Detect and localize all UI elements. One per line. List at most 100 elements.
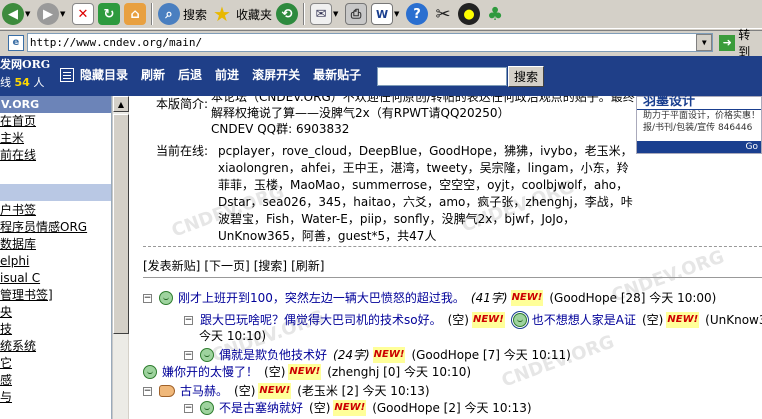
- home-icon: ⌂: [124, 3, 146, 25]
- tools-button[interactable]: ✂: [430, 2, 456, 26]
- sidebar-item[interactable]: 统系统: [0, 338, 111, 355]
- thread-title[interactable]: 刚才上班开到100，突然左边一辆大巴愤怒的超过我。: [178, 290, 465, 306]
- nav-forward[interactable]: 前进: [215, 66, 239, 83]
- nav-latest-posts[interactable]: 最新贴子: [313, 66, 361, 83]
- sidebar-item[interactable]: 与: [0, 389, 111, 406]
- brand: 发网ORG 线 54 人: [0, 56, 58, 92]
- history-button[interactable]: ⟲: [274, 2, 300, 26]
- nav-refresh[interactable]: 刷新: [141, 66, 165, 83]
- back-button[interactable]: ◀ ▼: [0, 2, 35, 26]
- online-key: 当前在线:: [156, 144, 209, 158]
- sidebar-item[interactable]: 在首页: [0, 113, 111, 130]
- search-button[interactable]: ⌕ 搜索: [156, 2, 209, 26]
- thread-title[interactable]: 嫌你开的太慢了！: [162, 364, 258, 380]
- browser-toolbar: ◀ ▼ ▶ ▼ ✕ ↻ ⌂ ⌕ 搜索 ★ 收藏夹 ⟲ ✉ ▼ ⎙ W ▼ ? ✂: [0, 0, 762, 29]
- thread-author: (GoodHope [2] 今天 10:13): [372, 401, 532, 415]
- address-dropdown-button[interactable]: ▼: [696, 34, 713, 51]
- sidebar-section-band: [0, 183, 111, 202]
- online-count: 54: [14, 76, 30, 89]
- mail-button[interactable]: ✉ ▼: [308, 2, 343, 26]
- address-input[interactable]: http://www.cndev.org/main/ ▼: [26, 33, 714, 52]
- word-icon: W: [371, 3, 394, 25]
- thread-title[interactable]: 也不想想人家是A证: [532, 312, 636, 328]
- scroll-thumb[interactable]: [113, 114, 129, 334]
- intro-key: 本版简介:: [156, 97, 209, 111]
- chevron-down-icon: ▼: [394, 10, 400, 18]
- nav-hide-menu[interactable]: 隐藏目录: [80, 66, 128, 83]
- messenger-button[interactable]: ?: [404, 2, 430, 26]
- favorites-button[interactable]: ★ 收藏夹: [209, 2, 274, 26]
- print-button[interactable]: ⎙: [343, 2, 369, 26]
- stop-icon: ✕: [72, 3, 94, 25]
- online-suffix: 人: [33, 76, 45, 89]
- forward-button[interactable]: ▶ ▼: [35, 2, 70, 26]
- site-search-button[interactable]: 搜索: [508, 66, 544, 87]
- edit-button[interactable]: W ▼: [369, 2, 404, 26]
- nav-back[interactable]: 后退: [178, 66, 202, 83]
- sidebar-item[interactable]: 主米: [0, 130, 111, 147]
- sidebar-item[interactable]: 户书签: [0, 202, 111, 219]
- sidebar-item[interactable]: 前在线: [0, 147, 111, 164]
- site-nav: 隐藏目录 刷新 后退 前进 滚屏开关 最新贴子: [60, 66, 374, 83]
- thread-row: − 不是古塞纳就好 (空) NEW! (GoodHope [2] 今天 10:1…: [184, 400, 532, 416]
- thread-author: (GoodHope [28] 今天 10:00): [549, 291, 717, 305]
- post-new-link[interactable]: [发表新贴]: [143, 257, 200, 274]
- penguin-icon: ●: [458, 3, 481, 25]
- online-count-line: 线 54 人: [0, 74, 58, 92]
- home-button[interactable]: ⌂: [122, 2, 148, 26]
- sidebar: V.ORG 在首页 主米 前在线 户书签 程序员情感ORG 数据库 elphi …: [0, 96, 112, 419]
- new-badge: NEW!: [258, 383, 292, 399]
- stop-button[interactable]: ✕: [70, 2, 96, 26]
- menu-icon[interactable]: [60, 67, 74, 82]
- site-search-input[interactable]: [377, 67, 507, 86]
- search-link[interactable]: [搜索]: [254, 257, 287, 274]
- collapse-toggle[interactable]: −: [184, 315, 193, 325]
- brand-title: 发网ORG: [0, 58, 51, 71]
- divider: [143, 277, 762, 278]
- collapse-toggle[interactable]: −: [143, 293, 152, 303]
- thread-title[interactable]: 古马赫。: [180, 383, 228, 399]
- sidebar-item[interactable]: 程序员情感ORG: [0, 219, 111, 236]
- thread-size: (41字): [470, 291, 508, 305]
- collapse-toggle[interactable]: −: [184, 403, 193, 413]
- refresh-button[interactable]: ↻: [96, 2, 122, 26]
- ad-banner[interactable]: 羽墨设计 助力于平面设计，价格实惠！ 报/书刊/包装/宣传 846446 Go: [636, 96, 762, 154]
- sidebar-item[interactable]: elphi: [0, 253, 111, 270]
- online-user-list[interactable]: pcplayer，rove_cloud，DeepBlue，GoodHope，狒狒…: [218, 143, 636, 245]
- sidebar-header: V.ORG: [0, 96, 111, 113]
- thread-size: (空): [234, 384, 256, 398]
- go-button[interactable]: ➜ 转到: [719, 26, 762, 60]
- refresh-icon: ↻: [98, 3, 120, 25]
- sidebar-scrollbar[interactable]: ▲: [112, 96, 129, 419]
- ad-go[interactable]: Go: [637, 141, 761, 153]
- qq-button[interactable]: ●: [456, 2, 482, 26]
- collapse-toggle[interactable]: −: [143, 386, 152, 396]
- thread-row: 嫌你开的太慢了！ (空) NEW! (zhenghj [0] 今天 10:10): [143, 364, 471, 380]
- sidebar-item[interactable]: 央: [0, 304, 111, 321]
- ad-line: 助力于平面设计，价格实惠！: [643, 111, 761, 121]
- next-page-link[interactable]: [下一页]: [204, 257, 249, 274]
- thread-author: (老玉米 [2] 今天 10:13): [297, 384, 430, 398]
- thread-size: (空): [309, 401, 331, 415]
- thread-size: (空): [642, 313, 664, 327]
- forward-arrow-icon: ▶: [37, 3, 59, 25]
- sidebar-item[interactable]: isual C: [0, 270, 111, 287]
- thread-title[interactable]: 偶就是欺负他技术好: [219, 347, 327, 363]
- forum-intro: 本版简介: 本论坛（CNDEV.ORG）不欢迎任何原创/转帖的表达任何政治观点的…: [156, 96, 636, 137]
- sidebar-item[interactable]: 感: [0, 372, 111, 389]
- smiley-icon: [200, 348, 214, 362]
- msn-button[interactable]: ♣: [482, 2, 508, 26]
- thread-title[interactable]: 不是古塞纳就好: [219, 400, 303, 416]
- messenger-icon: ?: [406, 3, 429, 25]
- thread-title[interactable]: 跟大巴玩啥呢？偶觉得大巴司机的技术so好。: [200, 312, 442, 328]
- sidebar-item[interactable]: 技: [0, 321, 111, 338]
- nav-scroll-toggle[interactable]: 滚屏开关: [252, 66, 300, 83]
- scroll-up-arrow-icon[interactable]: ▲: [113, 96, 129, 112]
- ad-line: 报/书刊/包装/宣传 846446: [643, 123, 753, 133]
- collapse-toggle[interactable]: −: [184, 350, 193, 360]
- refresh-link[interactable]: [刷新]: [291, 257, 324, 274]
- sidebar-item[interactable]: 数据库: [0, 236, 111, 253]
- sidebar-item[interactable]: 管理书签]: [0, 287, 111, 304]
- sidebar-item[interactable]: 它: [0, 355, 111, 372]
- smiley-icon: [143, 365, 157, 379]
